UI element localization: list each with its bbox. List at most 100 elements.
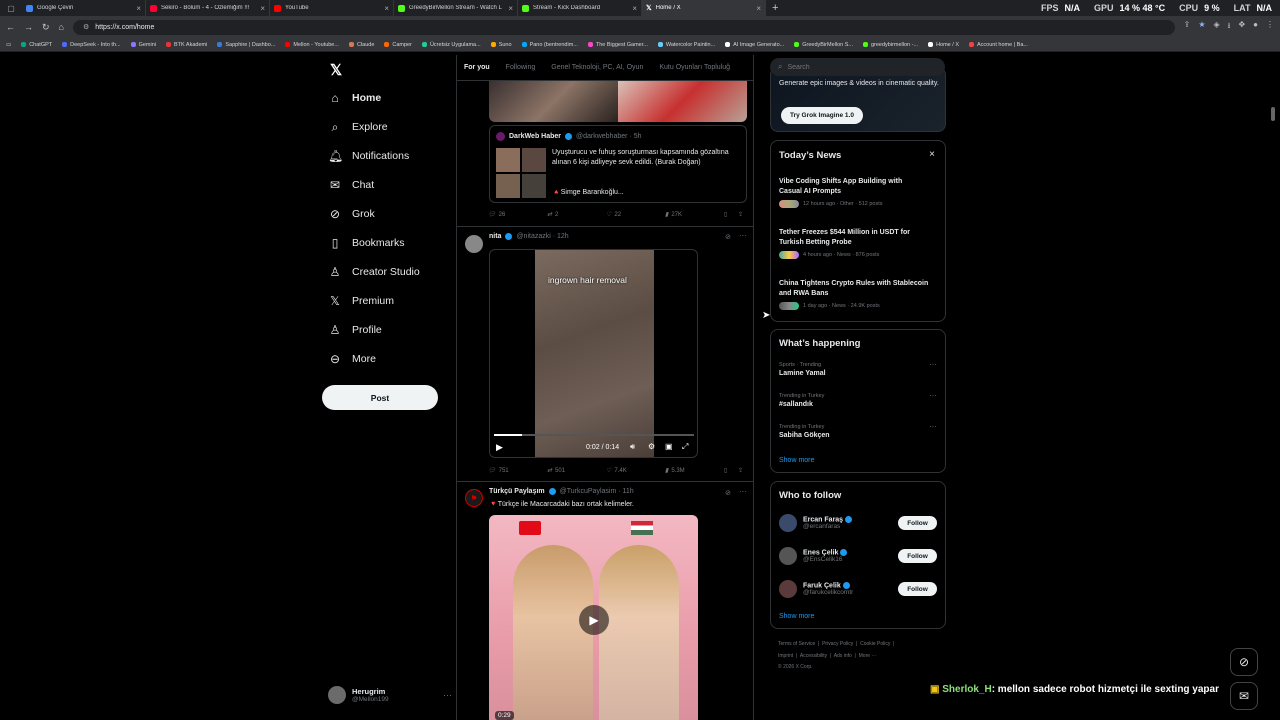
- bookmark-icon[interactable]: ▯: [724, 467, 738, 474]
- trend-item[interactable]: Trending in Turkey #sallandık: [779, 393, 824, 408]
- site-info-icon[interactable]: ⚙: [83, 23, 89, 31]
- quoted-post[interactable]: DarkWeb Haber @darkwebhaber · 5h Uyuştur…: [489, 125, 747, 203]
- tab-2[interactable]: YouTube ×: [270, 0, 394, 16]
- pip-icon[interactable]: ▣: [665, 442, 673, 451]
- volume-icon[interactable]: 🔊︎: [630, 442, 635, 452]
- grok-floating-button[interactable]: ⊘: [1230, 648, 1258, 676]
- nav-grok[interactable]: ⊘ Grok: [328, 205, 375, 223]
- follow-button[interactable]: Follow: [898, 582, 937, 596]
- menu-icon[interactable]: ⋮: [1266, 20, 1274, 34]
- avatar[interactable]: ⚑: [465, 489, 483, 507]
- nav-home[interactable]: ⌂ Home: [328, 89, 381, 107]
- post-button[interactable]: Post: [322, 385, 438, 410]
- news-item[interactable]: China Tightens Crypto Rules with Stablec…: [779, 279, 929, 310]
- bookmark-item[interactable]: Watercolor Paintin...: [657, 42, 715, 48]
- trend-item[interactable]: Trending in Turkey Sabiha Gökçen: [779, 424, 830, 439]
- nav-profile[interactable]: ♙ Profile: [328, 321, 382, 339]
- url-field[interactable]: ⚙ https://x.com/home: [72, 19, 1175, 35]
- nav-more[interactable]: ⊖ More: [328, 350, 376, 368]
- bookmark-item[interactable]: The Biggest Gamer...: [587, 42, 648, 48]
- tab-5[interactable]: 𝕏 Home / X ×: [642, 0, 766, 16]
- close-icon[interactable]: ×: [632, 4, 637, 13]
- tab-general[interactable]: Genel Teknoloji, PC, AI, Oyun: [551, 64, 643, 71]
- bookmark-item[interactable]: AI Image Generato...: [725, 42, 784, 48]
- close-icon[interactable]: ×: [756, 4, 761, 13]
- video-player[interactable]: ▶ 0:29: [489, 515, 698, 720]
- avatar[interactable]: [465, 235, 483, 253]
- repost-button[interactable]: ⇄ 2: [547, 211, 606, 219]
- settings-icon[interactable]: ⚙: [648, 442, 655, 451]
- bookmark-icon[interactable]: ▯: [724, 211, 738, 218]
- bookmark-item[interactable]: Sapphire | Dashbo...: [217, 42, 275, 48]
- home-icon[interactable]: ⌂: [59, 22, 64, 32]
- download-icon[interactable]: ⭳: [1228, 20, 1231, 34]
- nav-bookmarks[interactable]: ▯ Bookmarks: [328, 234, 405, 252]
- extension-icon[interactable]: ◈: [1213, 20, 1219, 34]
- bookmark-item[interactable]: DeepSeek - Into th...: [62, 42, 121, 48]
- search-input[interactable]: [787, 63, 928, 71]
- bookmark-item[interactable]: Suno: [490, 42, 512, 48]
- x-logo-icon[interactable]: 𝕏: [330, 61, 342, 79]
- reply-button[interactable]: 💬︎ 751: [488, 467, 547, 475]
- close-icon[interactable]: ×: [260, 4, 265, 13]
- messages-floating-button[interactable]: ✉: [1230, 682, 1258, 710]
- grok-icon[interactable]: ⊘: [725, 233, 731, 241]
- more-dots-icon[interactable]: ···: [739, 231, 747, 240]
- more-dots-icon[interactable]: ···: [739, 487, 747, 496]
- like-button[interactable]: ♡ 22: [606, 211, 665, 219]
- video-player[interactable]: ingrown hair removal ▶ 0:02 / 0:14 🔊︎ ⚙ …: [489, 249, 698, 458]
- views-button[interactable]: ▮ 27K: [665, 211, 724, 219]
- news-item[interactable]: Tether Freezes $544 Million in USDT for …: [779, 228, 929, 259]
- close-icon[interactable]: ×: [136, 4, 141, 13]
- nav-notifications[interactable]: 🔔︎ Notifications: [328, 147, 409, 165]
- reply-button[interactable]: 💬︎ 26: [488, 211, 547, 219]
- bookmark-item[interactable]: Account home | Ba...: [969, 42, 1028, 48]
- play-icon[interactable]: ▶: [579, 605, 609, 635]
- search-box[interactable]: ⌕: [770, 58, 945, 76]
- tab-games[interactable]: Kutu Oyunları Topluluğ: [659, 64, 730, 71]
- trend-item[interactable]: Sports · Trending Lamine Yamal: [779, 362, 826, 377]
- account-switcher[interactable]: Herugrim @Mellon199 ···: [328, 680, 452, 710]
- reload-icon[interactable]: ↻: [42, 22, 50, 33]
- tab-search-icon[interactable]: ▢: [0, 4, 22, 13]
- try-grok-button[interactable]: Try Grok Imagine 1.0: [781, 107, 863, 124]
- bookmark-item[interactable]: Claude: [348, 42, 374, 48]
- bookmark-item[interactable]: Home / X: [928, 42, 959, 48]
- bookmark-item[interactable]: Camper: [384, 42, 412, 48]
- nav-creator-studio[interactable]: ♙ Creator Studio: [328, 263, 420, 281]
- views-button[interactable]: ▮ 5.3M: [665, 467, 724, 475]
- extensions-puzzle-icon[interactable]: ✥: [1238, 20, 1245, 34]
- bookmark-item[interactable]: Ücretsiz Uygulama...: [421, 42, 481, 48]
- tab-4[interactable]: Stream - Kick Dashboard ×: [518, 0, 642, 16]
- back-icon[interactable]: ←: [6, 22, 15, 32]
- more-dots-icon[interactable]: ···: [443, 690, 452, 700]
- profile-icon[interactable]: ●: [1253, 20, 1258, 34]
- scrollbar[interactable]: [1270, 55, 1276, 720]
- tab-for-you[interactable]: For you: [464, 64, 490, 71]
- bookmark-item[interactable]: Gemini: [130, 42, 156, 48]
- repost-button[interactable]: ⇄ 501: [547, 467, 606, 475]
- post-image[interactable]: [489, 81, 747, 122]
- like-button[interactable]: ♡ 7.4K: [606, 467, 665, 475]
- more-dots-icon[interactable]: ···: [929, 360, 937, 369]
- news-item[interactable]: Vibe Coding Shifts App Building with Cas…: [779, 177, 919, 208]
- bookmark-item[interactable]: ChatGPT: [21, 42, 52, 48]
- video-progress-bar[interactable]: [494, 434, 694, 436]
- tab-0[interactable]: Google Çeviri ×: [22, 0, 146, 16]
- follow-button[interactable]: Follow: [898, 549, 937, 563]
- share-icon[interactable]: ⇪: [738, 211, 752, 218]
- tab-3[interactable]: GreedyBirMellon Stream - Watch L ×: [394, 0, 518, 16]
- close-icon[interactable]: ×: [508, 4, 513, 13]
- bookmark-item[interactable]: Pano (bentrendim...: [521, 42, 578, 48]
- close-icon[interactable]: ×: [384, 4, 389, 13]
- show-more-link[interactable]: Show more: [779, 613, 814, 620]
- forward-icon[interactable]: →: [24, 22, 33, 32]
- nav-explore[interactable]: ⌕ Explore: [328, 118, 388, 136]
- share-icon[interactable]: ⇪: [738, 467, 752, 474]
- fullscreen-icon[interactable]: ⤢: [682, 442, 688, 452]
- play-icon[interactable]: ▶: [496, 442, 503, 453]
- new-tab-icon[interactable]: +: [772, 2, 778, 14]
- bookmark-item[interactable]: BTK Akademi: [166, 42, 207, 48]
- nav-chat[interactable]: ✉ Chat: [328, 176, 374, 194]
- tab-following[interactable]: Following: [506, 64, 536, 71]
